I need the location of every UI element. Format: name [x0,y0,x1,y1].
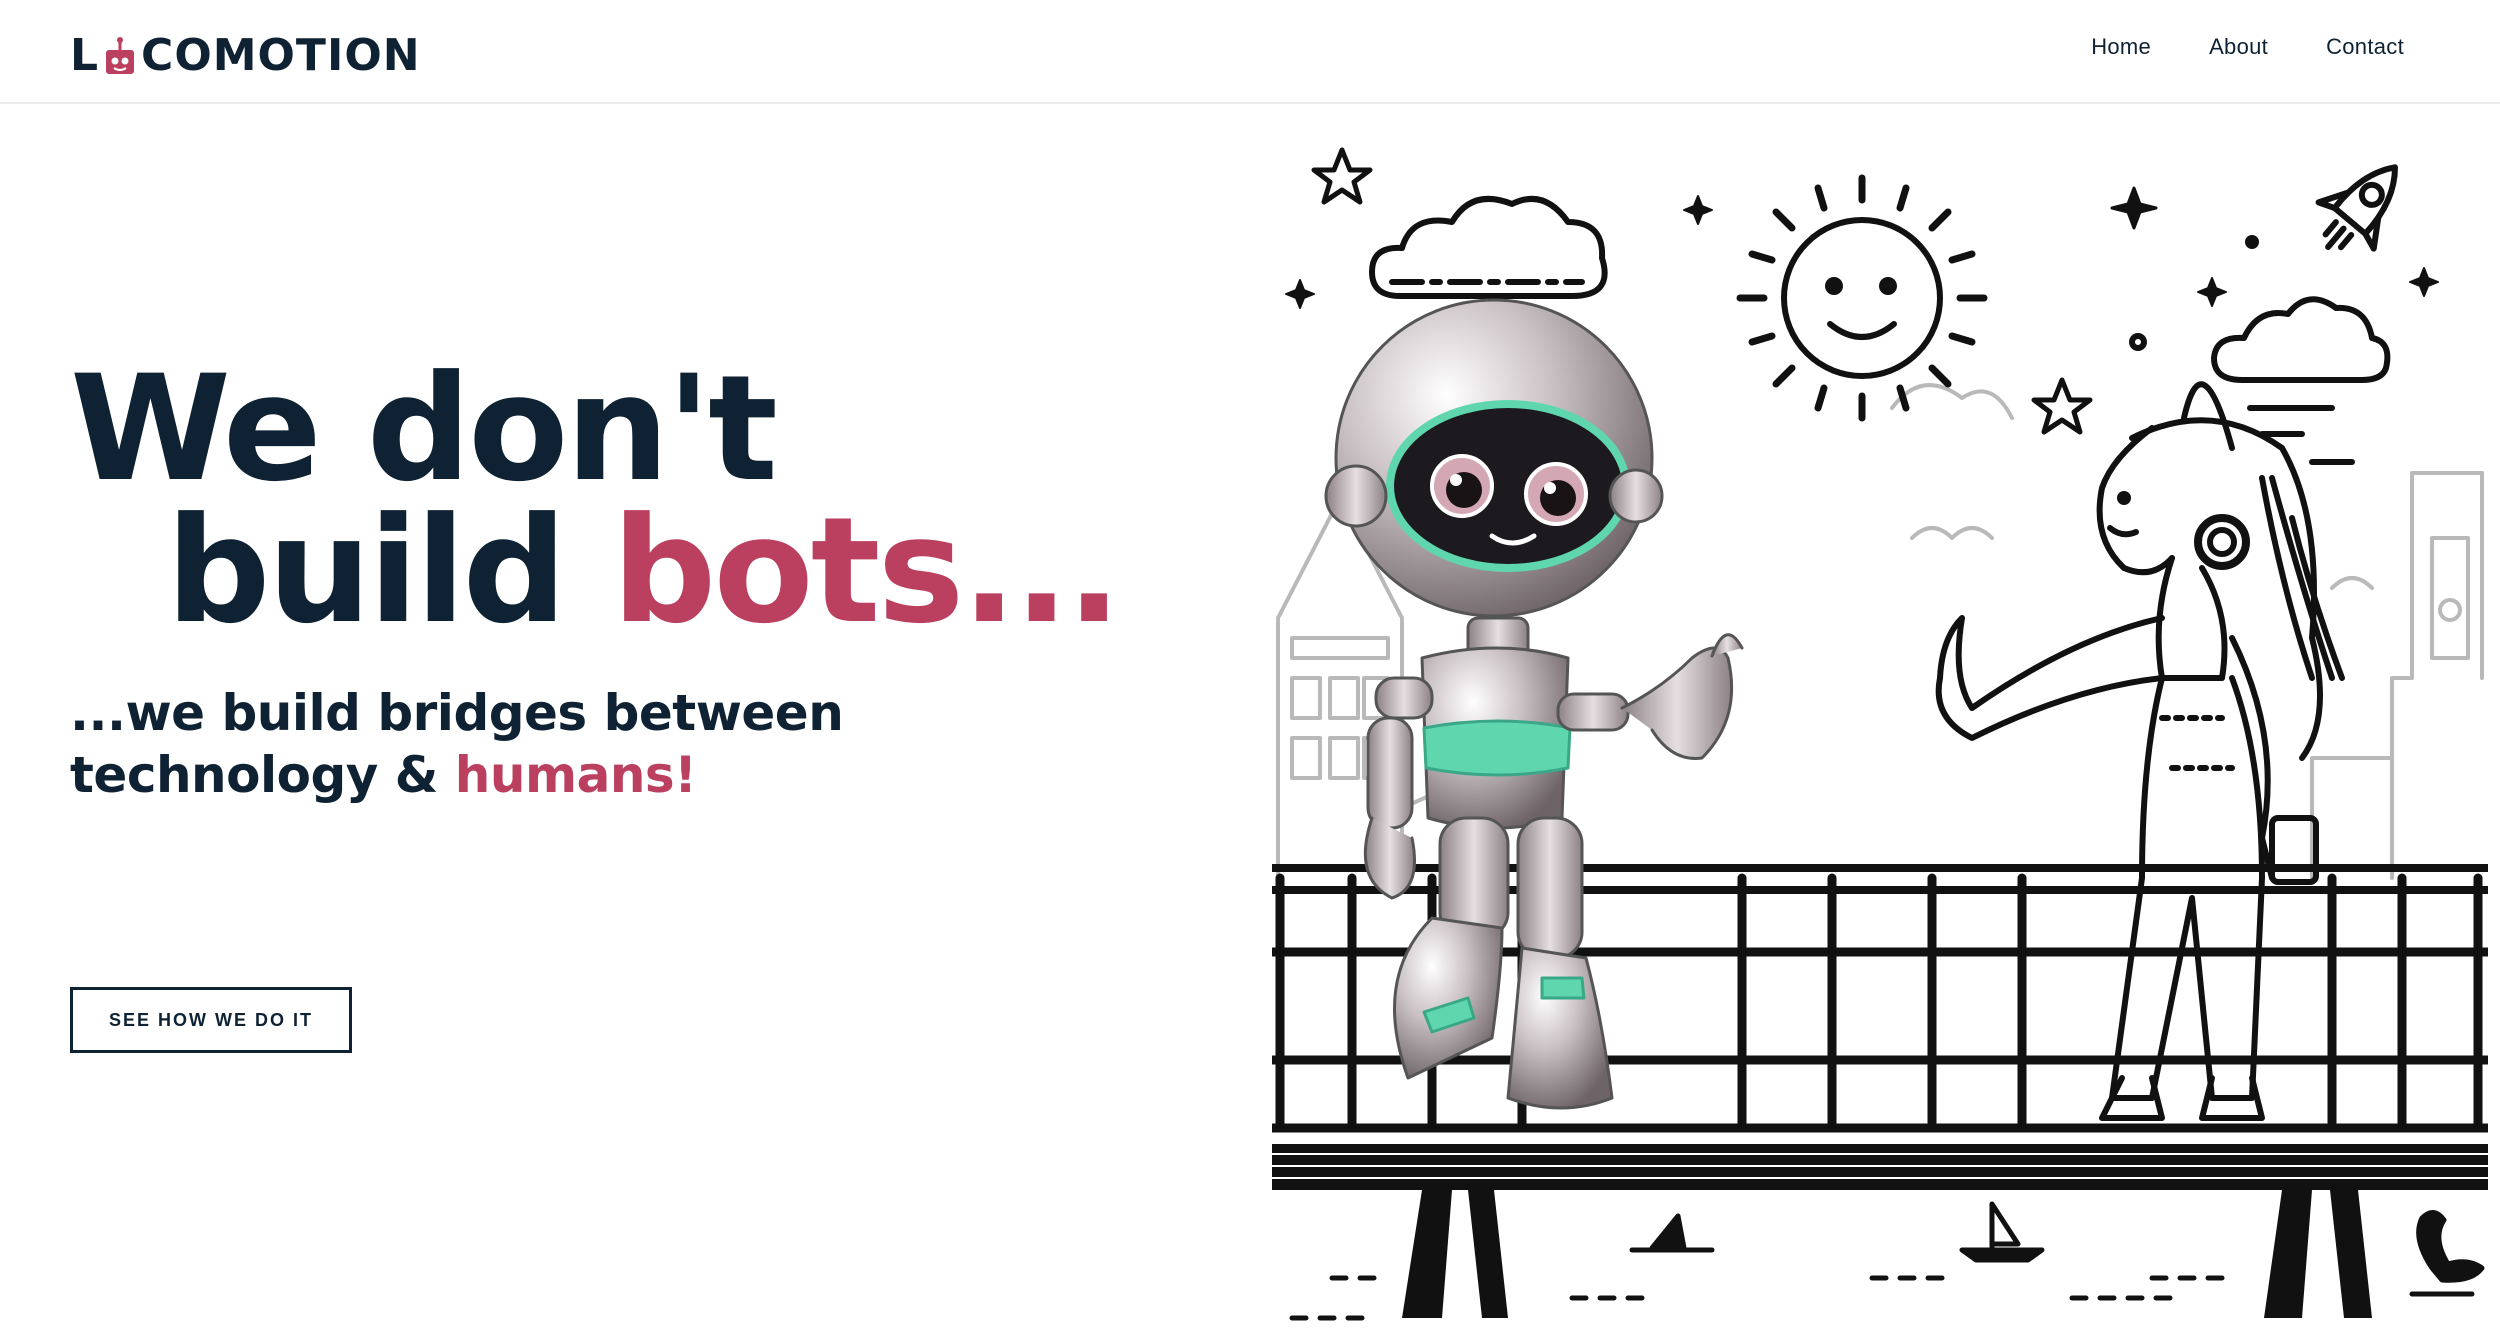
hero-title-line2-a: build [166,486,612,656]
hero-subtitle-accent: humans! [454,746,697,804]
robot-logo-icon [106,36,135,74]
see-how-button[interactable]: SEE HOW WE DO IT [70,987,352,1053]
girl-with-headphones [1935,381,2345,1121]
sun-icon [1736,174,1988,422]
swan-icon [2416,1210,2485,1283]
brand-prefix: L [70,30,100,81]
brand-suffix: COMOTION [141,30,421,81]
robot [1324,298,1744,1110]
nav-home-link[interactable]: Home [2091,34,2151,60]
nav-about-link[interactable]: About [2209,34,2268,60]
shark-fin-icon [1649,1213,1687,1251]
cloud-icon [2211,296,2391,383]
star-icon [1311,147,1373,205]
hero-title-accent: bots... [611,486,1122,656]
hero-title: We don't build bots... [70,356,1122,644]
hero-subtitle: ...we build bridges between technology &… [70,682,844,806]
main-nav: Home About Contact [2091,34,2404,60]
hero-subtitle-line2-a: technology & [70,746,455,804]
top-nav: L COMOTION Home About Contact [0,0,2500,104]
brand-logo[interactable]: L COMOTION [70,30,421,81]
star-icon [2110,186,2158,230]
star-icon [2197,277,2227,307]
sailboat-icon [1989,1201,2021,1251]
star-icon [1285,279,1315,309]
star-icon [1683,195,1713,225]
hero-subtitle-line1: ...we build bridges between [70,684,844,742]
star-icon [2031,377,2093,435]
hero-title-line2: build bots... [70,498,1122,644]
rocket-icon [2315,164,2398,252]
star-icon [2409,267,2439,297]
nav-contact-link[interactable]: Contact [2326,34,2404,60]
hero-illustration [1272,147,2488,1321]
